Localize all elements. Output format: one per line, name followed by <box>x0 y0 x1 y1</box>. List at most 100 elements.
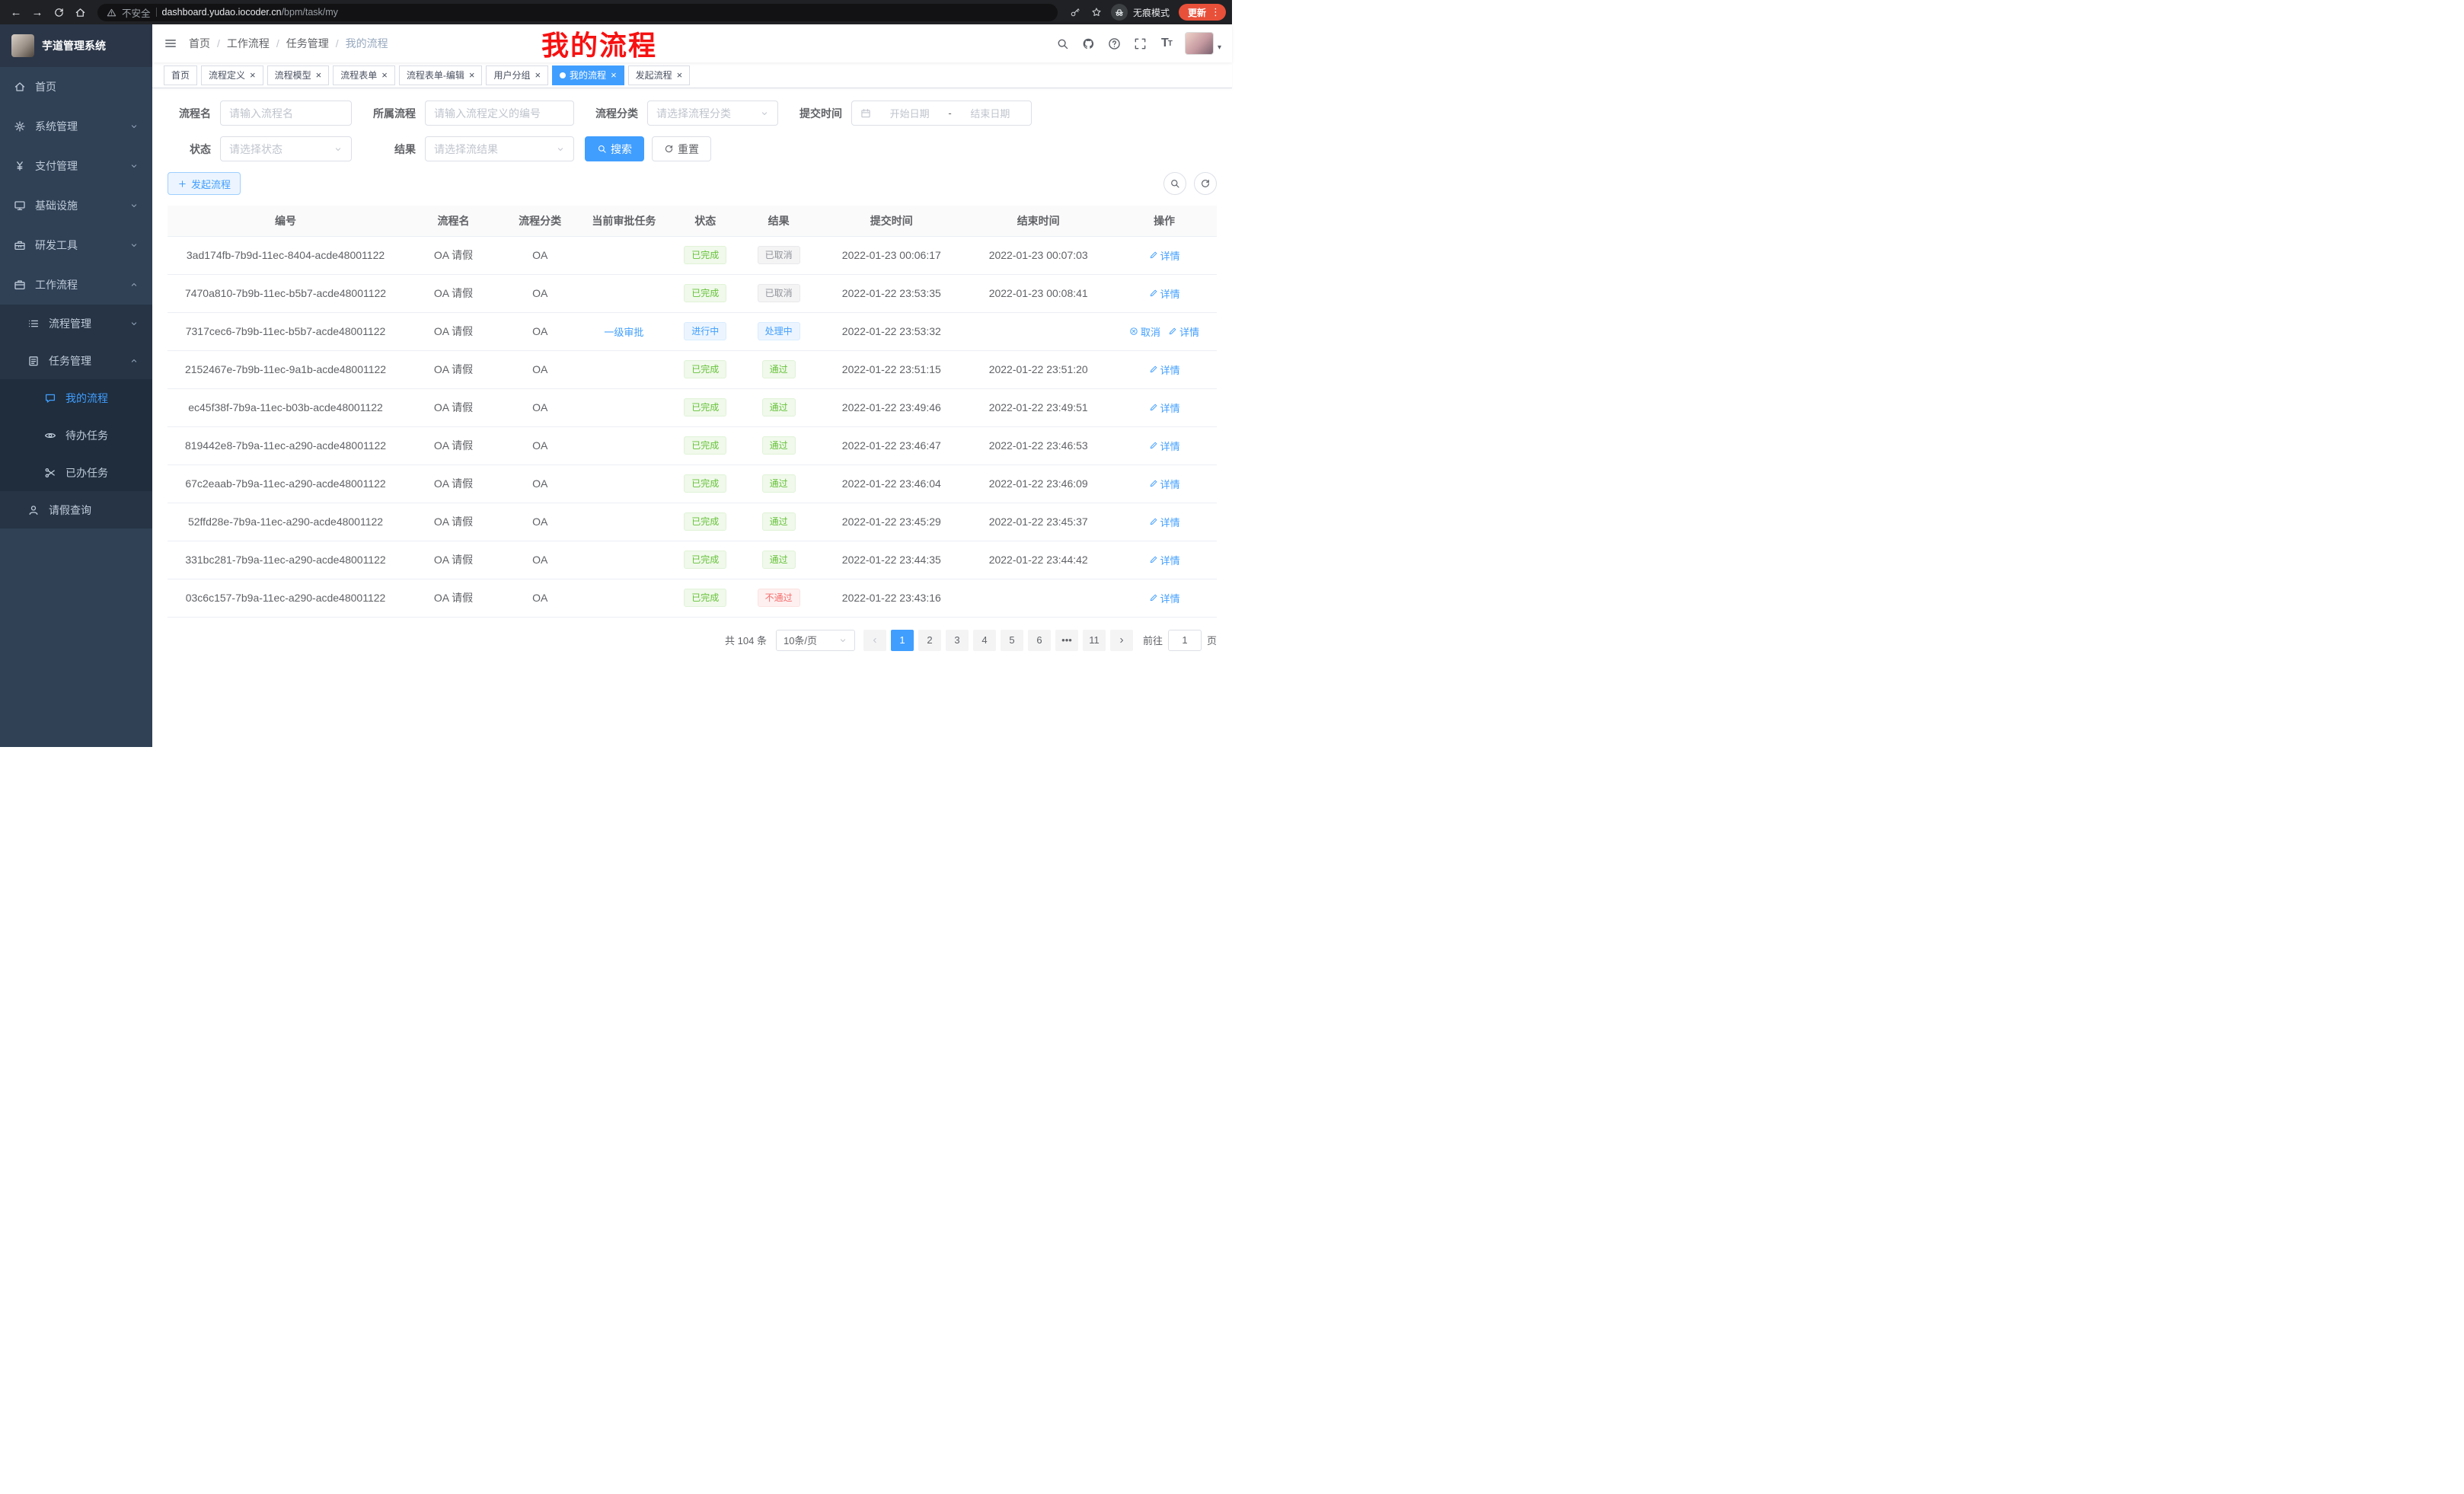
breadcrumb-item[interactable]: 首页 <box>189 36 210 51</box>
detail-link[interactable]: 详情 <box>1149 286 1180 301</box>
update-button[interactable]: 更新 ⋮ <box>1179 4 1226 21</box>
sidebar-item-leave-query[interactable]: 请假查询 <box>0 491 152 528</box>
show-search-button[interactable] <box>1163 172 1186 195</box>
detail-link[interactable]: 详情 <box>1149 439 1180 453</box>
process-name-input[interactable] <box>220 101 352 126</box>
tab-process-form-edit[interactable]: 流程表单-编辑× <box>399 65 483 85</box>
tab-process-definition[interactable]: 流程定义× <box>201 65 263 85</box>
tab-my-process[interactable]: 我的流程× <box>552 65 624 85</box>
result-badge: 通过 <box>762 512 796 531</box>
search-button[interactable]: 搜索 <box>585 136 644 161</box>
date-range-picker[interactable]: 开始日期 - 结束日期 <box>851 101 1032 126</box>
next-page-button[interactable] <box>1110 630 1133 651</box>
detail-link[interactable]: 详情 <box>1149 553 1180 567</box>
help-icon[interactable] <box>1103 31 1127 56</box>
tab-user-group[interactable]: 用户分组× <box>486 65 548 85</box>
tab-start-process[interactable]: 发起流程 × <box>628 65 691 85</box>
page-button-1[interactable]: 1 <box>891 630 914 651</box>
navbar-actions: TT ▾ <box>1051 31 1232 56</box>
url-text: dashboard.yudao.iocoder.cn/bpm/task/my <box>162 7 338 18</box>
home-button[interactable] <box>70 2 90 22</box>
menu-dots-icon[interactable]: ⋮ <box>1211 6 1221 18</box>
sidebar-item-home[interactable]: 首页 <box>0 67 152 107</box>
sidebar-item-label: 系统管理 <box>35 119 78 134</box>
cancel-link[interactable]: 取消 <box>1129 324 1160 339</box>
process-id-input[interactable] <box>425 101 574 126</box>
close-icon[interactable]: × <box>469 70 475 80</box>
sidebar-item-infrastructure[interactable]: 基础设施 <box>0 186 152 225</box>
sidebar-item-devtools[interactable]: 研发工具 <box>0 225 152 265</box>
sidebar-item-done-tasks[interactable]: 已办任务 <box>0 454 152 491</box>
refresh-button[interactable] <box>49 2 69 22</box>
page-ellipsis[interactable]: ••• <box>1055 630 1078 651</box>
refresh-table-button[interactable] <box>1194 172 1217 195</box>
close-icon[interactable]: × <box>611 70 617 80</box>
forward-button[interactable]: → <box>27 2 47 22</box>
main-area: 首页/工作流程/任务管理/我的流程 我的流程 TT ▾ 首页流程定义×流程模型×… <box>152 24 1232 747</box>
cell-status: 已完成 <box>671 541 739 579</box>
close-icon[interactable]: × <box>316 70 322 80</box>
page-button-5[interactable]: 5 <box>1001 630 1023 651</box>
detail-link[interactable]: 详情 <box>1168 324 1199 339</box>
close-icon[interactable]: × <box>677 70 683 80</box>
address-bar[interactable]: 不安全 dashboard.yudao.iocoder.cn/bpm/task/… <box>97 4 1058 21</box>
cell-id: 7317cec6-7b9b-11ec-b5b7-acde48001122 <box>168 312 404 350</box>
cell-current-task <box>576 541 671 579</box>
sidebar-item-workflow[interactable]: 工作流程 <box>0 265 152 305</box>
prev-page-button[interactable] <box>863 630 886 651</box>
tab-label: 发起流程 <box>636 69 672 81</box>
app-logo[interactable]: 芋道管理系统 <box>0 24 152 67</box>
page-button-11[interactable]: 11 <box>1083 630 1106 651</box>
cell-current-task <box>576 388 671 426</box>
result-badge: 通过 <box>762 360 796 378</box>
sidebar-item-my-process[interactable]: 我的流程 <box>0 379 152 417</box>
cell-result: 通过 <box>739 426 818 464</box>
avatar[interactable] <box>1185 32 1214 55</box>
detail-link[interactable]: 详情 <box>1149 515 1180 529</box>
close-icon[interactable]: × <box>250 70 256 80</box>
tab-home[interactable]: 首页 <box>164 65 197 85</box>
github-icon[interactable] <box>1077 31 1101 56</box>
category-select[interactable]: 请选择流程分类 <box>647 101 778 126</box>
sidebar-item-process-mgmt[interactable]: 流程管理 <box>0 305 152 342</box>
detail-link[interactable]: 详情 <box>1149 591 1180 605</box>
sidebar-item-task-mgmt[interactable]: 任务管理 <box>0 342 152 379</box>
filter-label: 流程名 <box>168 106 211 121</box>
breadcrumb-item[interactable]: 任务管理 <box>286 36 329 51</box>
detail-link[interactable]: 详情 <box>1149 248 1180 263</box>
star-icon[interactable] <box>1087 2 1106 22</box>
status-select[interactable]: 请选择状态 <box>220 136 352 161</box>
page-size-select[interactable]: 10条/页 <box>776 630 855 651</box>
monitor-icon <box>14 200 26 212</box>
refresh-icon <box>664 144 674 154</box>
font-size-icon[interactable]: TT <box>1154 31 1179 56</box>
result-select[interactable]: 请选择流结果 <box>425 136 574 161</box>
key-icon[interactable] <box>1065 2 1085 22</box>
fullscreen-icon[interactable] <box>1128 31 1153 56</box>
close-icon[interactable]: × <box>535 70 541 80</box>
sidebar-item-system[interactable]: 系统管理 <box>0 107 152 146</box>
tab-process-model[interactable]: 流程模型× <box>267 65 330 85</box>
tab-process-form[interactable]: 流程表单× <box>333 65 395 85</box>
breadcrumb-item[interactable]: 工作流程 <box>227 36 270 51</box>
page-button-2[interactable]: 2 <box>918 630 941 651</box>
goto-page-input[interactable] <box>1168 630 1202 651</box>
detail-link[interactable]: 详情 <box>1149 362 1180 377</box>
page-button-3[interactable]: 3 <box>946 630 969 651</box>
current-task-link[interactable]: 一级审批 <box>604 324 643 339</box>
eye-icon <box>44 429 56 442</box>
page-button-4[interactable]: 4 <box>973 630 996 651</box>
table-row: 7317cec6-7b9b-11ec-b5b7-acde48001122OA 请… <box>168 312 1217 350</box>
close-icon[interactable]: × <box>381 70 388 80</box>
sidebar-toggle[interactable] <box>152 24 189 62</box>
sidebar-item-todo-tasks[interactable]: 待办任务 <box>0 417 152 454</box>
detail-link[interactable]: 详情 <box>1149 401 1180 415</box>
back-button[interactable]: ← <box>6 2 26 22</box>
page-button-6[interactable]: 6 <box>1028 630 1051 651</box>
sidebar-item-payment[interactable]: 支付管理 <box>0 146 152 186</box>
detail-link[interactable]: 详情 <box>1149 477 1180 491</box>
search-icon[interactable] <box>1051 31 1075 56</box>
create-process-button[interactable]: 发起流程 <box>168 172 241 195</box>
cell-current-task <box>576 579 671 617</box>
reset-button[interactable]: 重置 <box>652 136 711 161</box>
